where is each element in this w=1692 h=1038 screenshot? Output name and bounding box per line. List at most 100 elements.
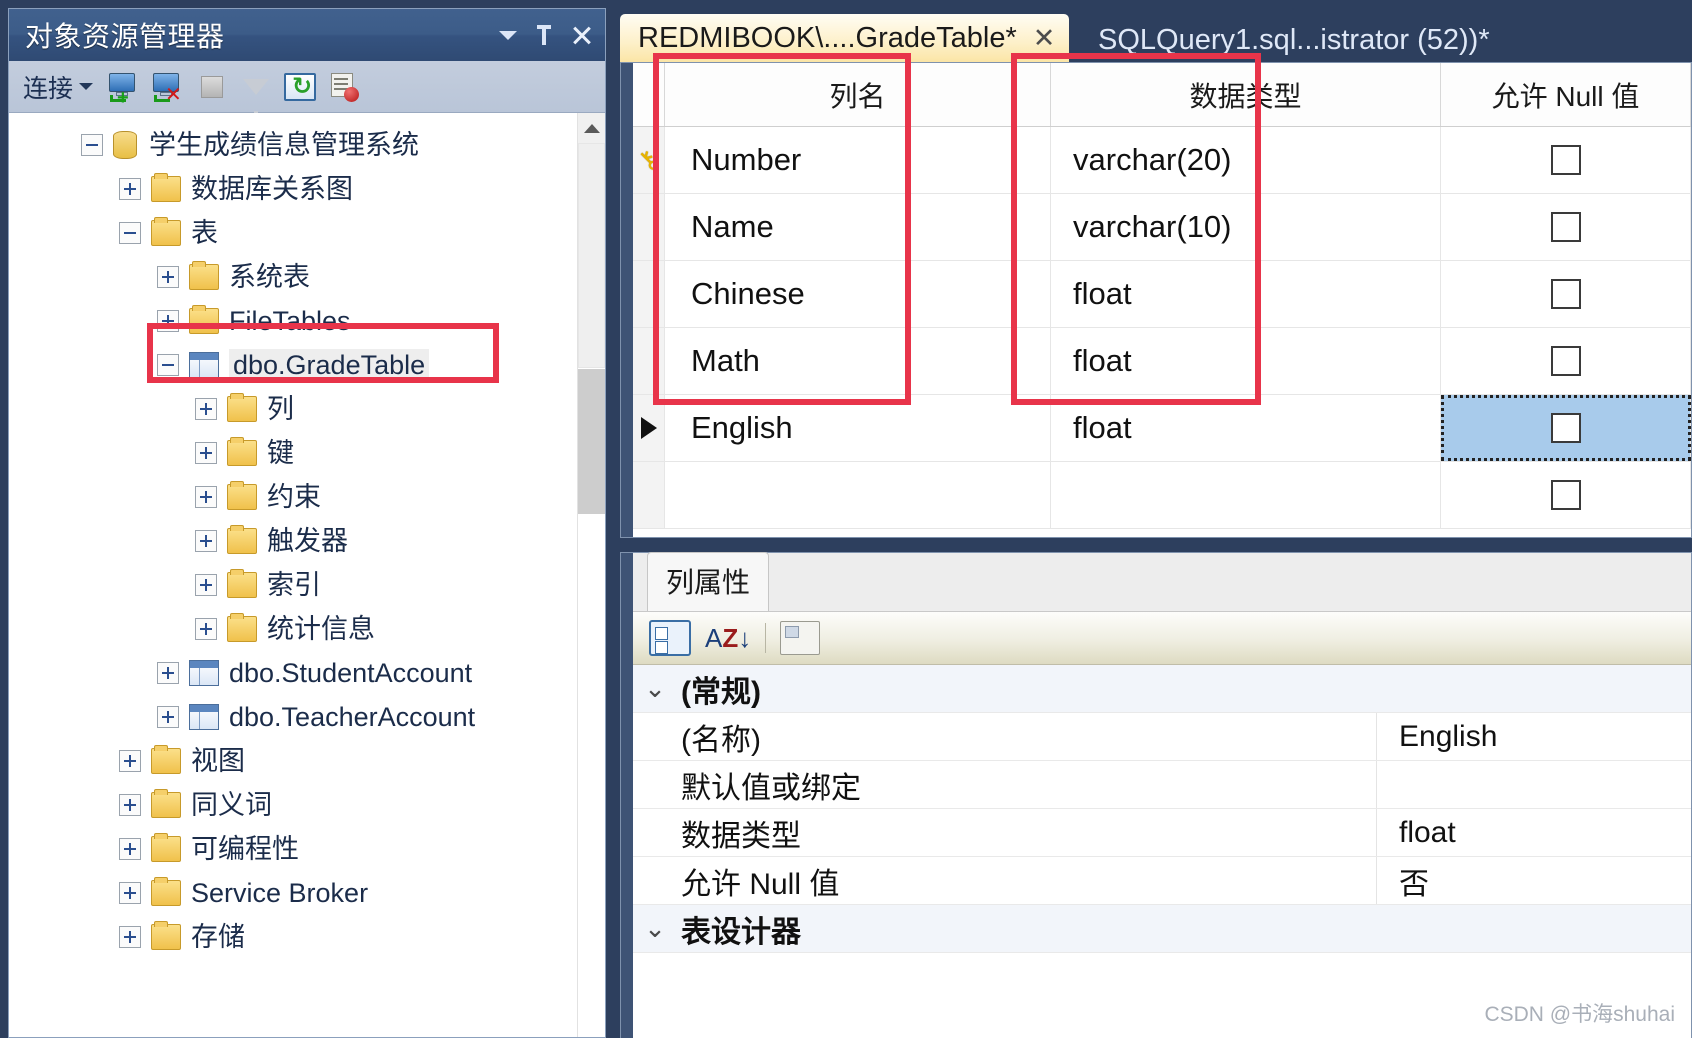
tab-column-properties[interactable]: 列属性 [647,552,770,611]
checkbox-icon[interactable] [1550,413,1581,443]
cell-column-name[interactable]: English [665,395,1051,461]
checkbox-icon[interactable] [1550,212,1581,242]
cell-column-name[interactable]: Name [665,194,1051,260]
table-row[interactable]: Math float [633,328,1691,395]
tree-node[interactable]: FileTables [9,299,605,343]
tab-gradetable[interactable]: REDMIBOOK\....GradeTable* ✕ [620,14,1070,62]
collapse-minus-icon[interactable] [81,134,103,156]
expand-plus-icon[interactable] [119,882,141,904]
refresh-icon[interactable] [283,71,317,103]
connect-server-icon[interactable]: + [107,71,141,108]
expand-plus-icon[interactable] [195,618,217,640]
filter-icon[interactable] [239,71,273,120]
tree-node[interactable]: 统计信息 [9,607,605,651]
tree-node[interactable]: dbo.GradeTable [9,343,605,387]
expand-plus-icon[interactable] [157,662,179,684]
cell-allow-null-checkbox[interactable] [1441,395,1691,461]
tree-node[interactable]: 数据库关系图 [9,167,605,211]
object-explorer-tree[interactable]: 学生成绩信息管理系统 数据库关系图表系统表 FileTables dbo.GradeT… [9,113,605,1037]
expand-plus-icon[interactable] [195,442,217,464]
cell-data-type[interactable]: float [1051,261,1441,327]
header-data-type[interactable]: 数据类型 [1051,63,1441,126]
property-group-header[interactable]: ⌄ (常规) [633,665,1691,713]
expand-plus-icon[interactable] [119,794,141,816]
cell-data-type[interactable]: float [1051,328,1441,394]
tree-node[interactable]: 视图 [9,739,605,783]
tree-node[interactable]: dbo.TeacherAccount [9,695,605,739]
collapse-minus-icon[interactable] [157,354,179,376]
header-column-name[interactable]: 列名 [665,63,1051,126]
expand-plus-icon[interactable] [119,750,141,772]
tree-scrollbar[interactable] [577,113,605,1037]
tree-node[interactable]: Service Broker [9,871,605,915]
scrollbar-thumb[interactable] [578,143,605,368]
scroll-up-arrow[interactable] [578,113,605,143]
cell-column-name[interactable] [665,462,1051,528]
categorized-icon[interactable] [649,620,691,656]
expand-plus-icon[interactable] [157,266,179,288]
tree-node[interactable]: 约束 [9,475,605,519]
header-allow-null[interactable]: 允许 Null 值 [1441,63,1691,126]
checkbox-icon[interactable] [1550,279,1581,309]
expand-plus-icon[interactable] [195,574,217,596]
close-icon[interactable] [571,24,593,46]
expand-plus-icon[interactable] [157,706,179,728]
checkbox-icon[interactable] [1550,480,1581,510]
connect-button[interactable]: 连接 [19,69,97,105]
properties-grid[interactable]: ⌄ (常规) (名称) English 默认值或绑定 数据类型 float 允许 Null 值… [633,665,1691,1038]
tree-node[interactable]: 同义词 [9,783,605,827]
tree-node[interactable]: dbo.StudentAccount [9,651,605,695]
expand-plus-icon[interactable] [157,310,179,332]
checkbox-icon[interactable] [1550,145,1581,175]
cell-allow-null-checkbox[interactable] [1441,462,1691,528]
property-value[interactable]: float [1377,816,1691,850]
cell-allow-null-checkbox[interactable] [1441,261,1691,327]
expand-plus-icon[interactable] [195,486,217,508]
cell-data-type[interactable]: float [1051,395,1441,461]
table-row[interactable]: Chinese float [633,261,1691,328]
expand-plus-icon[interactable] [119,838,141,860]
property-row[interactable]: 数据类型 float [633,809,1691,857]
expand-plus-icon[interactable] [195,530,217,552]
script-error-icon[interactable] [327,71,361,103]
cell-allow-null-checkbox[interactable] [1441,194,1691,260]
tree-node[interactable]: 触发器 [9,519,605,563]
table-row[interactable]: English float [633,395,1691,462]
table-row[interactable]: Name varchar(10) [633,194,1691,261]
chevron-down-icon[interactable]: ⌄ [633,913,677,944]
expand-plus-icon[interactable] [119,178,141,200]
table-row[interactable] [633,462,1691,529]
tree-node[interactable]: 表 [9,211,605,255]
tree-node[interactable]: 键 [9,431,605,475]
alphabetical-sort-icon[interactable]: A Z ↓ [705,623,751,654]
disconnect-server-icon[interactable]: ✕ [151,71,185,105]
chevron-down-icon[interactable] [499,30,517,40]
cell-allow-null-checkbox[interactable] [1441,127,1691,193]
stop-icon[interactable] [195,71,229,103]
cell-allow-null-checkbox[interactable] [1441,328,1691,394]
tree-node[interactable]: 列 [9,387,605,431]
designer-grid[interactable]: 列名 数据类型 允许 Null 值 ⚷ Number varchar(20) Name… [631,53,1691,537]
cell-column-name[interactable]: Chinese [665,261,1051,327]
property-value[interactable]: English [1377,720,1691,754]
scrollbar-track-lower[interactable] [578,369,605,514]
cell-column-name[interactable]: Math [665,328,1051,394]
property-row[interactable]: 允许 Null 值否 [633,857,1691,905]
tree-node[interactable]: 索引 [9,563,605,607]
property-row[interactable]: (名称) English [633,713,1691,761]
cell-column-name[interactable]: Number [665,127,1051,193]
tree-node[interactable]: 学生成绩信息管理系统 [9,123,605,167]
checkbox-icon[interactable] [1550,346,1581,376]
chevron-down-icon[interactable]: ⌄ [633,673,677,704]
expand-plus-icon[interactable] [195,398,217,420]
cell-data-type[interactable]: varchar(10) [1051,194,1441,260]
cell-data-type[interactable] [1051,462,1441,528]
property-group-header[interactable]: ⌄ 表设计器 [633,905,1691,953]
tree-node[interactable]: 系统表 [9,255,605,299]
table-row[interactable]: ⚷ Number varchar(20) [631,127,1691,194]
collapse-minus-icon[interactable] [119,222,141,244]
property-row[interactable]: 默认值或绑定 [633,761,1691,809]
expand-plus-icon[interactable] [119,926,141,948]
tab-sqlquery1[interactable]: SQLQuery1.sql...istrator (52))* [1080,16,1504,64]
tree-node[interactable]: 存储 [9,915,605,959]
